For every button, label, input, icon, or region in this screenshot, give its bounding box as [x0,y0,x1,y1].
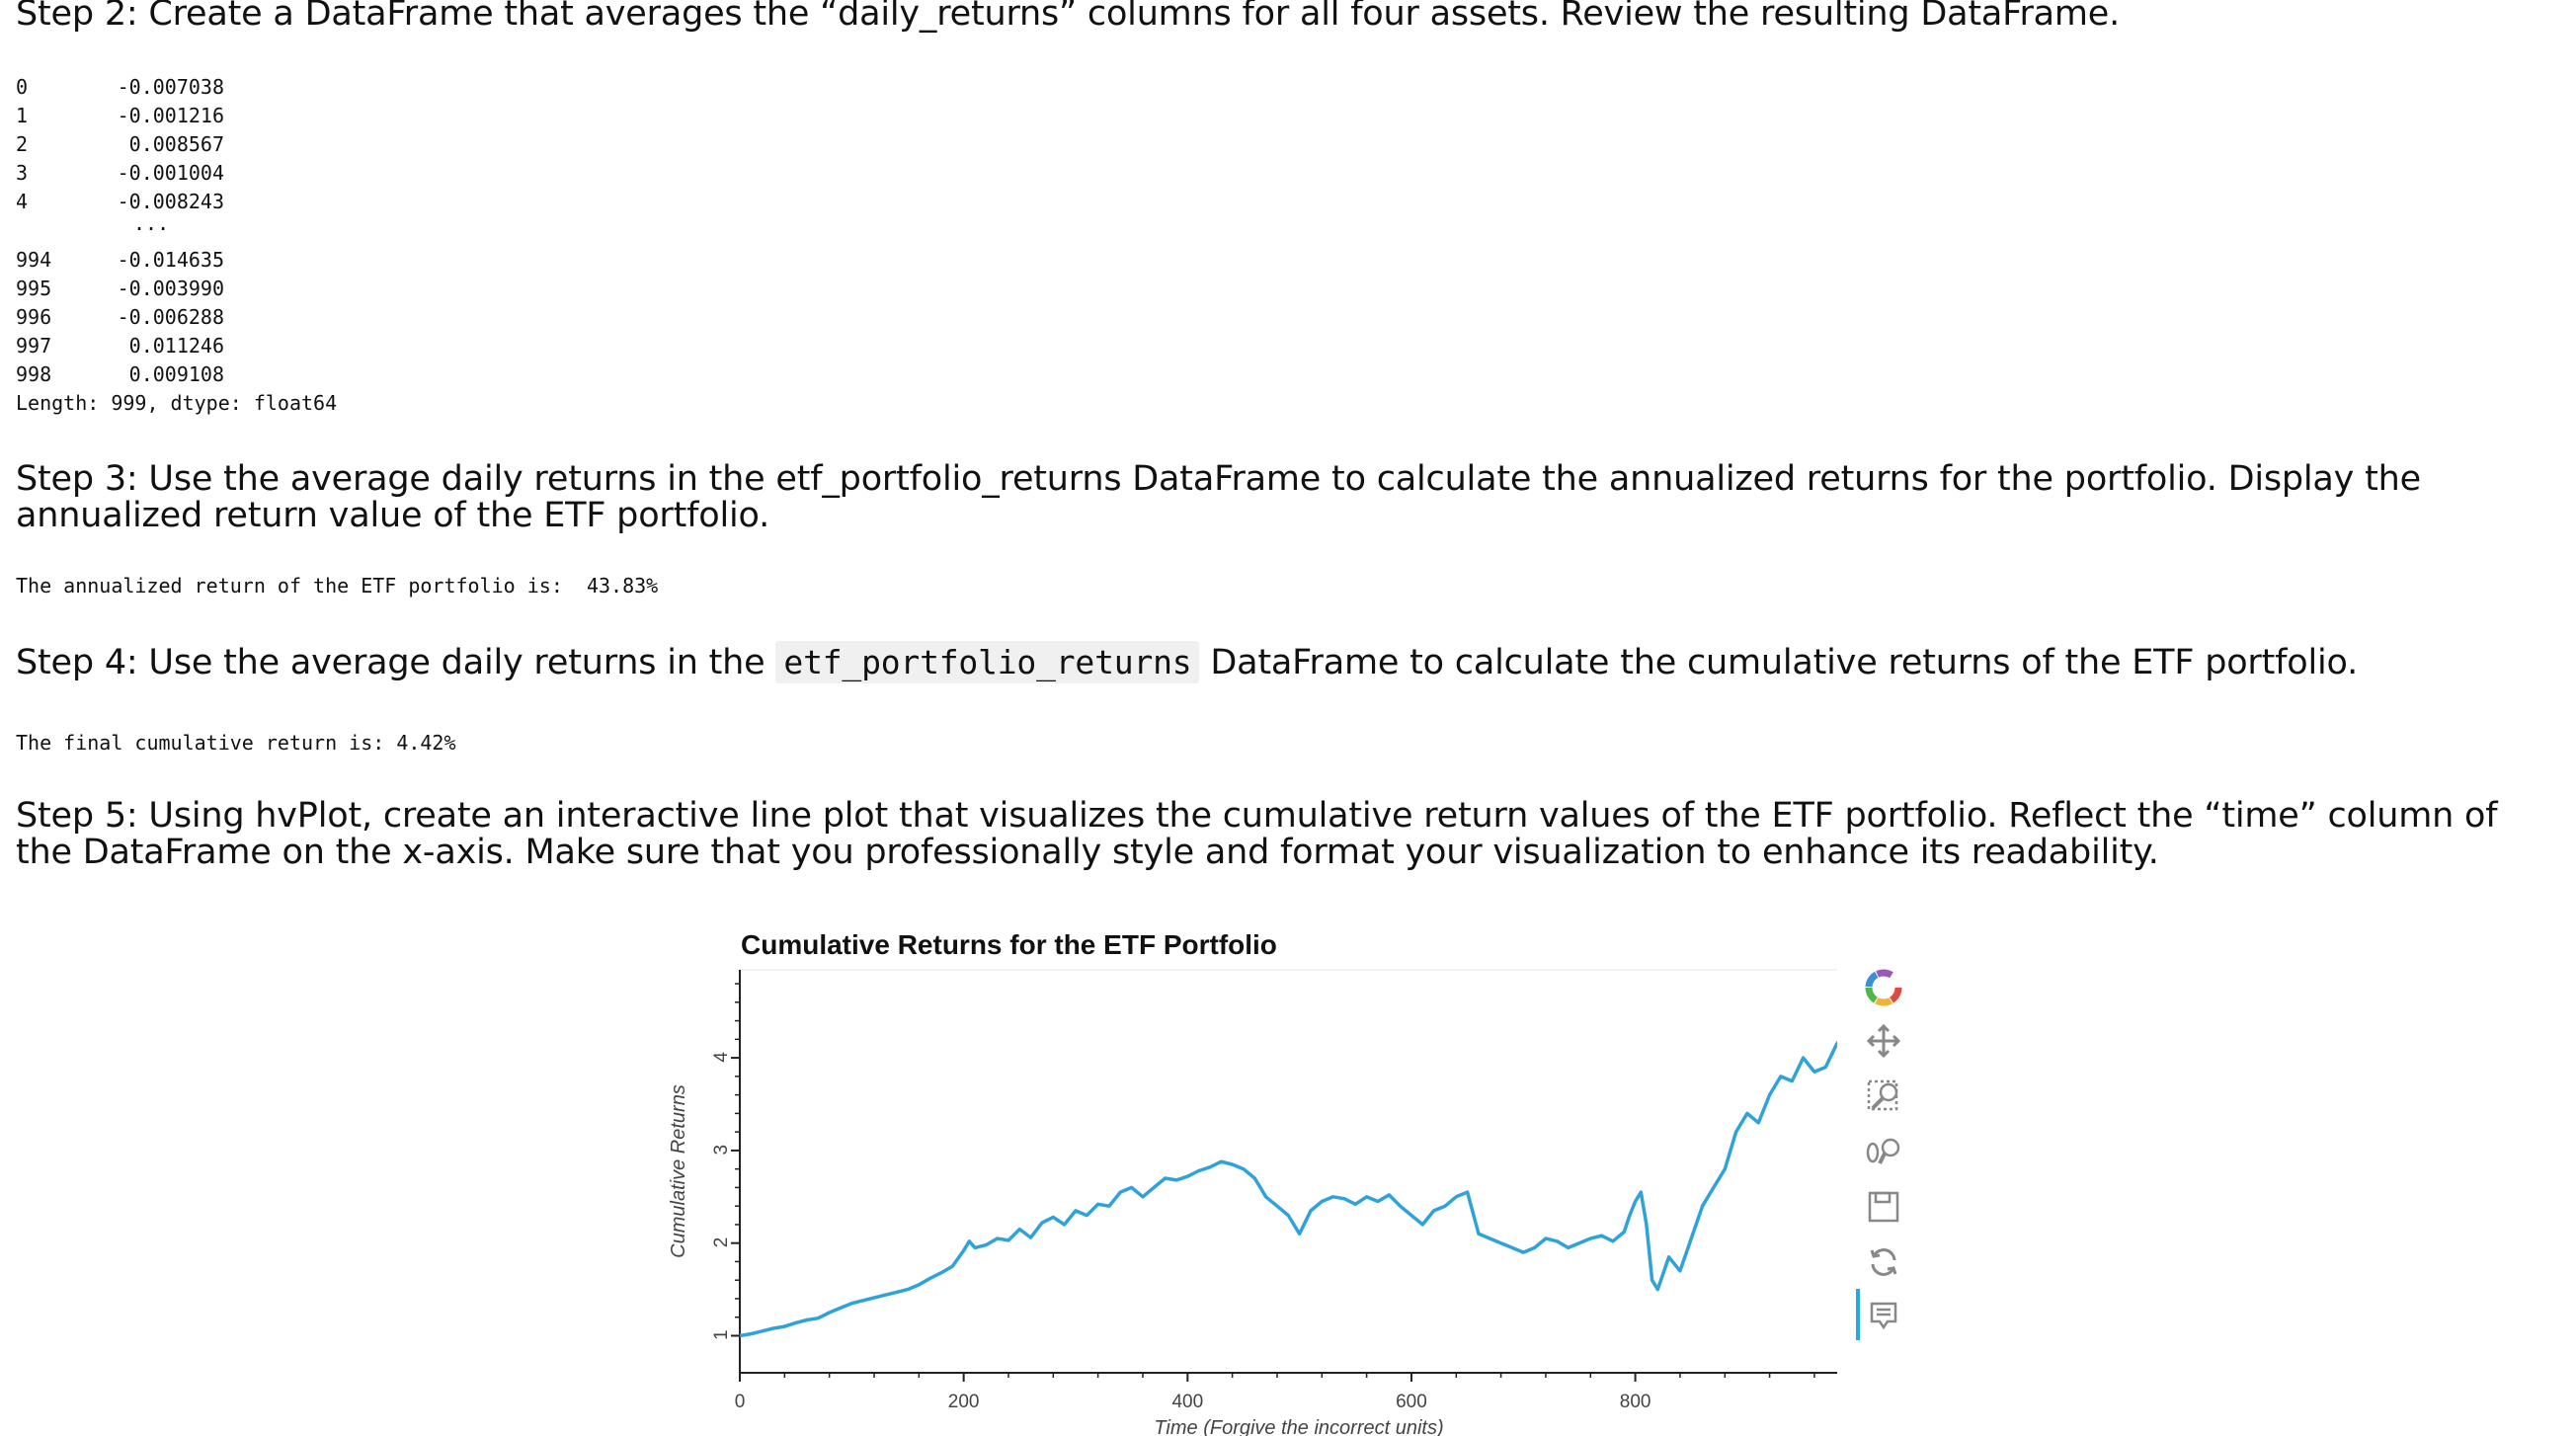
step2-heading: Step 2: Create a DataFrame that averages… [16,0,2121,34]
chart-svg[interactable]: 0 200 400 600 800 1 2 3 4 Time (Forgive the inc… [652,918,1837,1436]
reset-icon[interactable] [1864,1242,1903,1282]
hvplot-chart: Cumulative Returns for the ETF Portfolio… [652,918,1936,1436]
row-value: -0.006288 [117,305,224,329]
series-ellipsis: ... [133,211,170,235]
row-value: -0.003990 [117,277,224,300]
y-ticks: 1 2 3 4 [711,983,740,1340]
row-index: 3 [16,161,29,185]
x-tick-label: 600 [1396,1392,1427,1412]
step4-heading-before: Step 4: Use the average daily returns in… [16,643,765,682]
row-index: 0 [16,75,29,99]
series-output: 0 -0.007038 1 -0.001216 2 0.008567 3 -0.… [0,73,395,429]
box-zoom-icon[interactable] [1864,1077,1903,1116]
notebook-page: Step 2: Create a DataFrame that averages… [0,0,2576,1436]
pan-tool-icon[interactable] [1864,1021,1903,1061]
step5-heading: Step 5: Using hvPlot, create an interact… [16,796,2498,872]
row-index: 995 [16,277,52,300]
step3-output: The annualized return of the ETF portfol… [16,574,659,598]
y-tick-label: 2 [711,1237,732,1248]
step4-inline-code: etf_portfolio_returns [775,641,1200,683]
row-index: 2 [16,132,29,156]
x-tick-label: 200 [948,1392,980,1412]
x-tick-label: 0 [735,1392,746,1412]
row-value: 0.009108 [128,362,224,386]
wheel-zoom-icon[interactable] [1864,1132,1903,1171]
row-value: -0.014635 [117,248,224,272]
row-index: 996 [16,305,52,329]
row-index: 998 [16,362,52,386]
y-tick-label: 1 [711,1329,732,1340]
bokeh-logo-icon[interactable] [1864,968,1903,1007]
y-axis-label: Cumulative Returns [668,1084,689,1258]
row-value: -0.001004 [117,161,224,185]
row-value: 0.011246 [128,334,224,358]
active-tool-indicator [1856,1289,1860,1340]
row-value: -0.007038 [117,75,224,99]
x-tick-label: 800 [1620,1392,1651,1412]
row-index: 4 [16,190,29,213]
step4-output: The final cumulative return is: 4.42% [16,731,456,755]
step3-heading: Step 3: Use the average daily returns in… [16,459,2421,535]
x-axis-label: Time (Forgive the incorrect units) [1154,1417,1443,1436]
x-tick-label: 400 [1171,1392,1203,1412]
plot-frame [739,969,1837,1374]
row-value: 0.008567 [128,132,224,156]
hover-tool-icon[interactable] [1864,1296,1903,1335]
x-ticks: 0 200 400 600 800 [735,1373,1815,1412]
save-icon[interactable] [1864,1187,1903,1227]
y-tick-label: 3 [711,1145,732,1156]
y-tick-label: 4 [711,1052,732,1063]
row-index: 997 [16,334,52,358]
row-index: 994 [16,248,52,272]
series-line [739,1040,1837,1338]
step4-heading-after: DataFrame to calculate the cumulative re… [1210,643,2359,682]
row-index: 1 [16,104,29,127]
series-footer: Length: 999, dtype: float64 [16,391,338,415]
row-value: -0.001216 [117,104,224,127]
step4-heading: Step 4: Use the average daily returns in… [16,641,2544,683]
